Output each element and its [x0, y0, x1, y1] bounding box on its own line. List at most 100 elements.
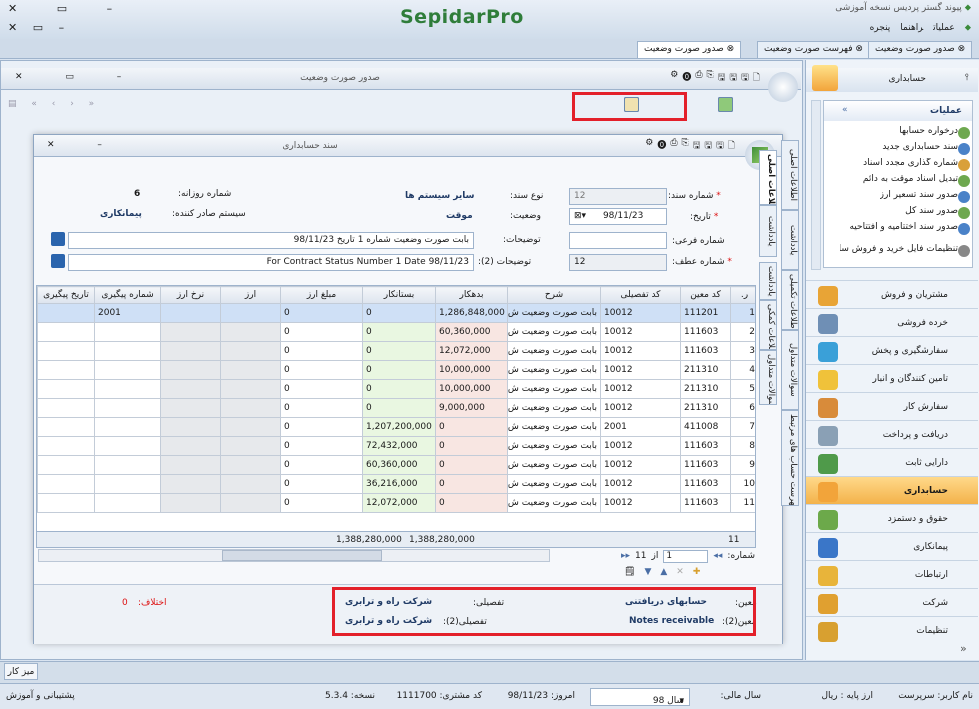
- settings-icon[interactable]: ⚙: [670, 70, 678, 87]
- date-field[interactable]: ⊠▾ 98/11/23: [569, 208, 667, 225]
- vtab-extra-info[interactable]: اطلاعات کمکی: [759, 300, 777, 350]
- operation-item[interactable]: تبدیل اسناد موقت به دائم: [863, 174, 958, 184]
- operation-item[interactable]: صدور سند تسعیر ارز: [880, 190, 958, 200]
- table-cell[interactable]: [94, 398, 161, 418]
- table-cell[interactable]: [220, 474, 281, 494]
- table-cell[interactable]: [37, 322, 95, 342]
- menu-help[interactable]: راهنما: [900, 23, 923, 33]
- table-cell[interactable]: 2001: [94, 303, 161, 323]
- table-cell[interactable]: 0: [280, 417, 363, 437]
- operation-item[interactable]: سند حسابداری جدید: [882, 142, 958, 152]
- table-cell[interactable]: 0: [280, 398, 363, 418]
- sidebar-module-item[interactable]: تنظیمات: [806, 616, 978, 644]
- horizontal-scrollbar[interactable]: [38, 549, 550, 562]
- table-cell[interactable]: 9: [730, 455, 755, 475]
- table-cell[interactable]: 10012: [600, 360, 681, 380]
- operation-item[interactable]: درخواره حسابها: [899, 126, 958, 136]
- vtab-outer-notes[interactable]: یادداشت: [781, 210, 799, 270]
- col-header[interactable]: نرخ ارز: [160, 286, 221, 304]
- col-header[interactable]: کد معین: [680, 286, 731, 304]
- print-icon[interactable]: ⎙: [670, 138, 677, 155]
- table-cell[interactable]: [94, 341, 161, 361]
- sidebar-module-item[interactable]: تامین کنندگان و انبار: [806, 364, 978, 392]
- table-cell[interactable]: 0: [362, 341, 436, 361]
- help-icon[interactable]: ⓿: [682, 70, 691, 87]
- table-cell[interactable]: [94, 379, 161, 399]
- table-cell[interactable]: [160, 417, 221, 437]
- table-cell[interactable]: [37, 398, 95, 418]
- col-header[interactable]: کد تفصیلی: [600, 286, 681, 304]
- table-cell[interactable]: [94, 436, 161, 456]
- table-cell[interactable]: [160, 341, 221, 361]
- table-cell[interactable]: 60,360,000: [362, 455, 436, 475]
- table-cell[interactable]: [160, 398, 221, 418]
- vtab-faq[interactable]: سوالات متداول: [759, 350, 777, 405]
- table-cell[interactable]: [220, 417, 281, 437]
- table-cell[interactable]: بابت صورت وضعیت ش...: [507, 322, 601, 342]
- save-close-icon[interactable]: 🖫: [693, 138, 701, 155]
- copy-icon[interactable]: ⎘: [707, 70, 714, 87]
- table-cell[interactable]: 0: [280, 322, 363, 342]
- table-cell[interactable]: [160, 360, 221, 380]
- table-cell[interactable]: بابت صورت وضعیت ش...: [507, 436, 601, 456]
- table-cell[interactable]: [220, 341, 281, 361]
- table-cell[interactable]: 6: [730, 398, 755, 418]
- table-cell[interactable]: 211310: [680, 379, 731, 399]
- table-cell[interactable]: 10012: [600, 341, 681, 361]
- table-cell[interactable]: 12,072,000: [435, 341, 508, 361]
- delete-row-icon[interactable]: ✕: [676, 567, 684, 581]
- floppy-icon[interactable]: [51, 254, 65, 268]
- table-cell[interactable]: 0: [362, 322, 436, 342]
- sidebar-module-item[interactable]: خرده فروشی: [806, 308, 978, 336]
- table-row[interactable]: 2 111603 10012 بابت صورت وضعیت ش... 60,360,0…: [37, 322, 755, 342]
- mdi-controls[interactable]: ✕ ▭ –: [8, 21, 70, 34]
- collapse-icon[interactable]: «: [842, 105, 848, 115]
- table-cell[interactable]: 0: [435, 493, 508, 513]
- table-cell[interactable]: [37, 436, 95, 456]
- table-cell[interactable]: 7: [730, 417, 755, 437]
- table-cell[interactable]: [220, 379, 281, 399]
- table-cell[interactable]: بابت صورت وضعیت ش...: [507, 398, 601, 418]
- table-cell[interactable]: [220, 303, 281, 323]
- table-cell[interactable]: [37, 379, 95, 399]
- table-cell[interactable]: [94, 474, 161, 494]
- table-cell[interactable]: 10012: [600, 303, 681, 323]
- table-cell[interactable]: 111603: [680, 455, 731, 475]
- table-cell[interactable]: 36,216,000: [362, 474, 436, 494]
- operation-item[interactable]: تنظیمات فایل خرید و فروش سال 1396: [840, 244, 958, 254]
- add-row-icon[interactable]: ✚: [693, 567, 701, 581]
- col-header[interactable]: بستانکار: [362, 286, 436, 304]
- print-icon[interactable]: ⎙: [695, 70, 702, 87]
- description2-field[interactable]: For Contract Status Number 1 Date 98/11/…: [68, 254, 474, 271]
- col-header[interactable]: ارز: [220, 286, 281, 304]
- table-cell[interactable]: 10012: [600, 398, 681, 418]
- new-icon[interactable]: 🗋: [753, 70, 760, 87]
- table-cell[interactable]: 0: [280, 379, 363, 399]
- vtab-outer-faq[interactable]: سوالات متداول: [781, 330, 799, 410]
- table-cell[interactable]: 111603: [680, 322, 731, 342]
- table-cell[interactable]: بابت صورت وضعیت ش...: [507, 341, 601, 361]
- vtab-main-info[interactable]: اطلاعات اصلی: [759, 150, 777, 205]
- sidebar-module-item[interactable]: پیمانکاری: [806, 532, 978, 560]
- table-cell[interactable]: [160, 436, 221, 456]
- calendar-icon[interactable]: ⊠▾: [574, 211, 586, 221]
- tab-issue-status-2[interactable]: ⊗ صدور صورت وضعیت: [637, 41, 742, 58]
- table-row[interactable]: 11 111603 10012 بابت صورت وضعیت ش... 0 12,072…: [37, 493, 755, 513]
- sidebar-module-item[interactable]: سفارشگیری و پخش: [806, 336, 978, 364]
- table-cell[interactable]: 0: [280, 360, 363, 380]
- table-cell[interactable]: 1,286,848,000: [435, 303, 508, 323]
- table-row[interactable]: 8 111603 10012 بابت صورت وضعیت ش... 0 72,432,…: [37, 436, 755, 456]
- table-cell[interactable]: [37, 493, 95, 513]
- vtab-notes[interactable]: یادداشت: [759, 205, 777, 257]
- save-icon[interactable]: 🖫: [741, 70, 749, 87]
- table-cell[interactable]: [220, 322, 281, 342]
- table-cell[interactable]: 0: [362, 360, 436, 380]
- table-cell[interactable]: 0: [362, 303, 436, 323]
- issue-doc-icon[interactable]: [624, 97, 639, 112]
- close-icon[interactable]: ⊗: [855, 44, 863, 54]
- page-input[interactable]: 1: [663, 549, 709, 563]
- sidebar-scrollbar[interactable]: [811, 100, 821, 270]
- sidebar-module-item[interactable]: شرکت: [806, 588, 978, 616]
- table-cell[interactable]: بابت صورت وضعیت ش...: [507, 455, 601, 475]
- table-cell[interactable]: 10,000,000: [435, 379, 508, 399]
